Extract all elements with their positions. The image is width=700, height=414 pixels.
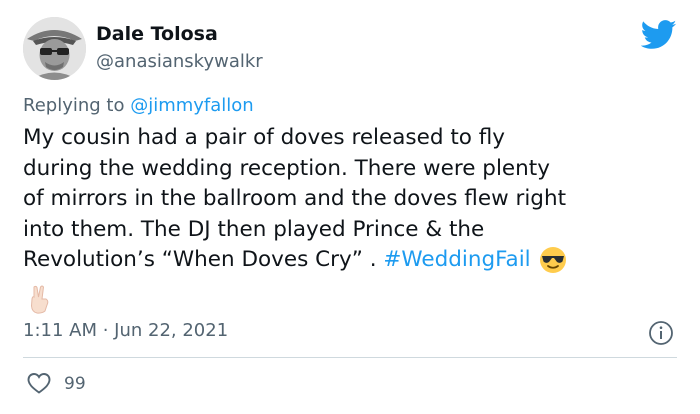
author-handle[interactable]: @anasianskywalkr [96,51,263,73]
tweet-text-line: My cousin had a pair of doves released t… [23,125,506,150]
tweet-text-line: Revolution’s “When Doves Cry” . [23,247,384,272]
tweet-timestamp[interactable]: 1:11 AM · Jun 22, 2021 [23,320,228,342]
tweet-text: My cousin had a pair of doves released t… [23,123,683,276]
like-count: 99 [64,374,86,394]
hashtag-link[interactable]: #WeddingFail [383,247,530,272]
info-icon[interactable] [648,320,674,346]
reply-context: Replying to @jimmyfallon [23,95,254,117]
twitter-bird-icon[interactable] [641,20,677,50]
author-name[interactable]: Dale Tolosa [96,23,218,45]
sunglasses-face-emoji [539,247,566,273]
reply-prefix: Replying to [23,95,131,116]
reply-mention-link[interactable]: @jimmyfallon [130,95,254,116]
avatar[interactable] [23,17,86,80]
victory-hand-emoji [30,285,49,314]
tweet-text-line: during the wedding reception. There were… [23,155,550,181]
heart-icon[interactable] [26,371,52,395]
tweet-text-line: of mirrors in the ballroom and the doves… [23,186,567,211]
tweet-card: Dale Tolosa @anasianskywalkr Replying to… [0,0,700,414]
divider [23,357,677,358]
tweet-text-line: into them. The DJ then played Prince & t… [23,216,485,242]
